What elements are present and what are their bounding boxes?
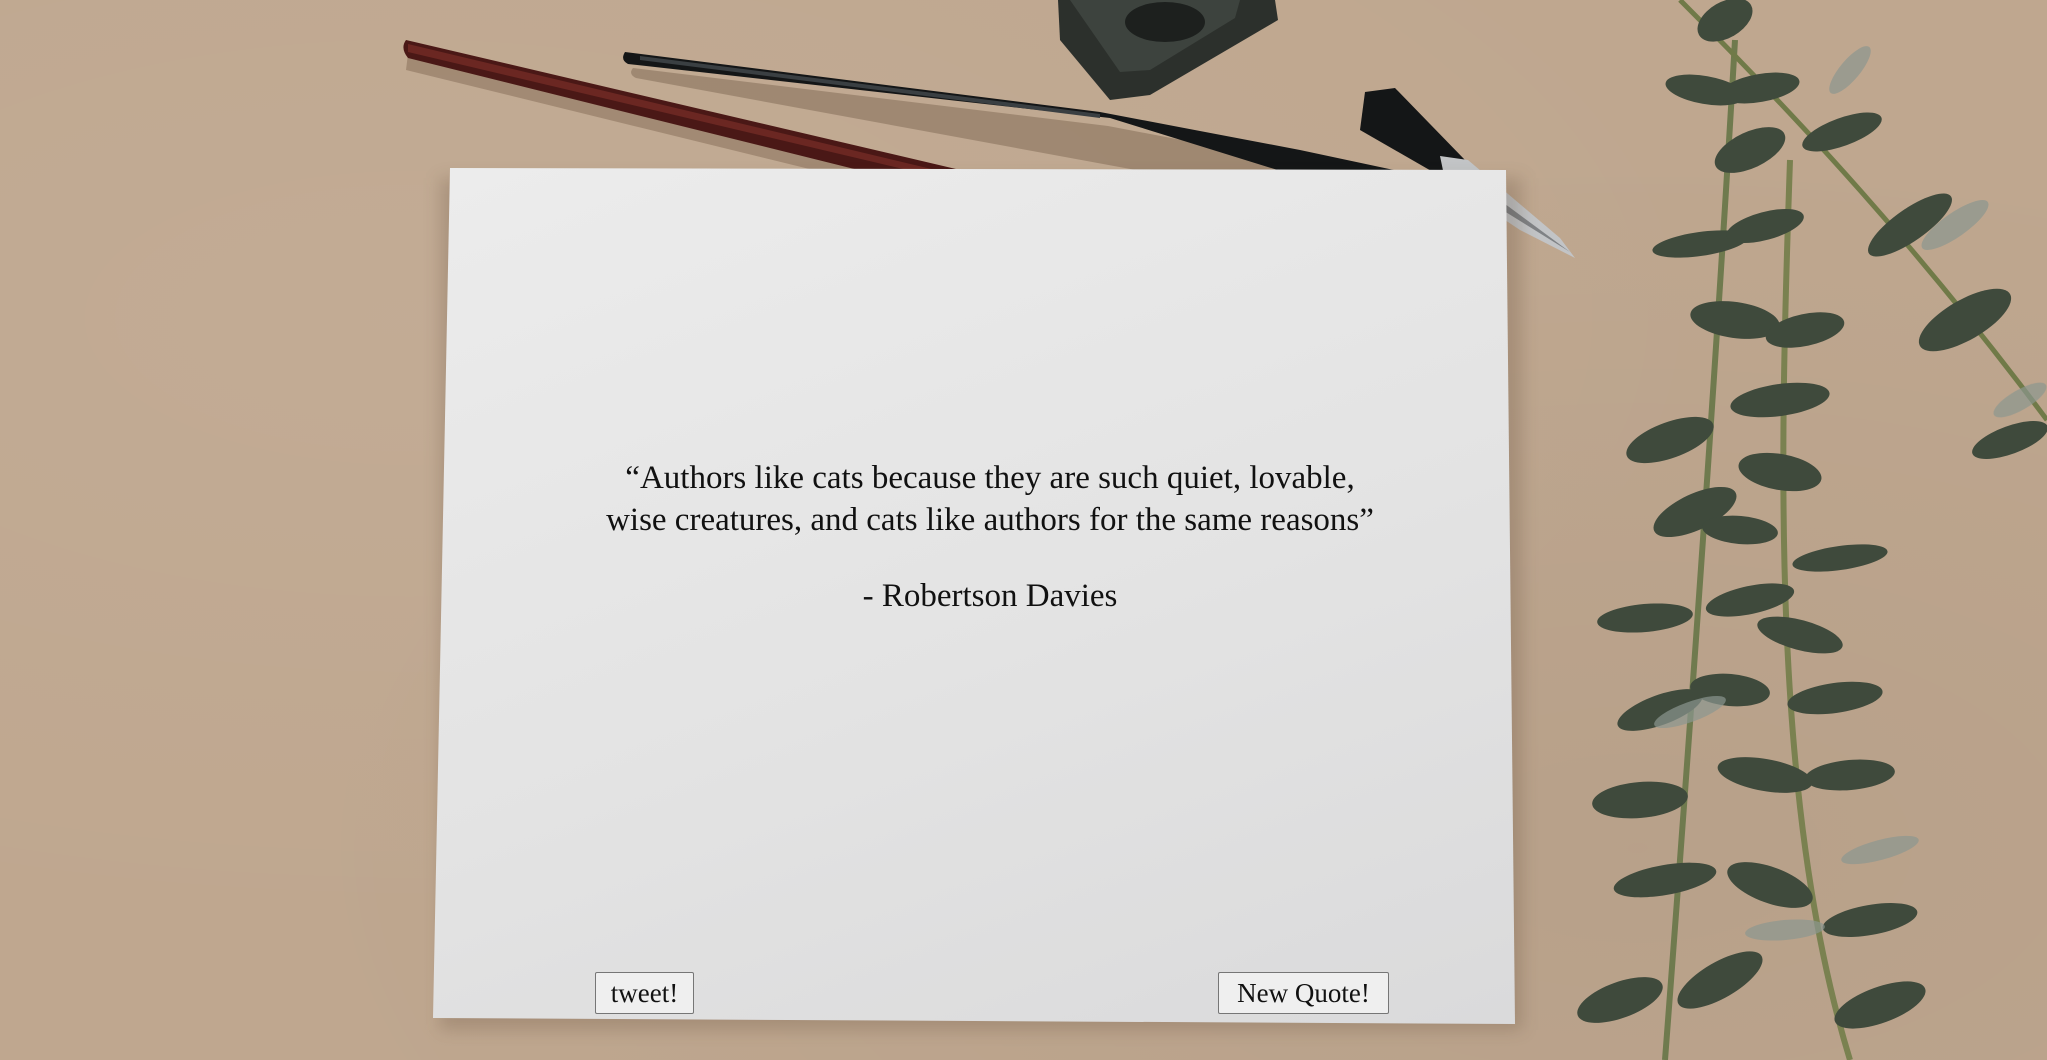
- new-quote-button[interactable]: New Quote!: [1218, 972, 1389, 1014]
- quote-box: “Authors like cats because they are such…: [600, 457, 1380, 617]
- eucalyptus-icon: [1577, 0, 2047, 1060]
- ink-bottle-icon: [1058, 0, 1278, 100]
- quote-text: “Authors like cats because they are such…: [606, 460, 1374, 538]
- quote-author: - Robertson Davies: [862, 578, 1118, 614]
- tweet-button[interactable]: tweet!: [595, 972, 694, 1014]
